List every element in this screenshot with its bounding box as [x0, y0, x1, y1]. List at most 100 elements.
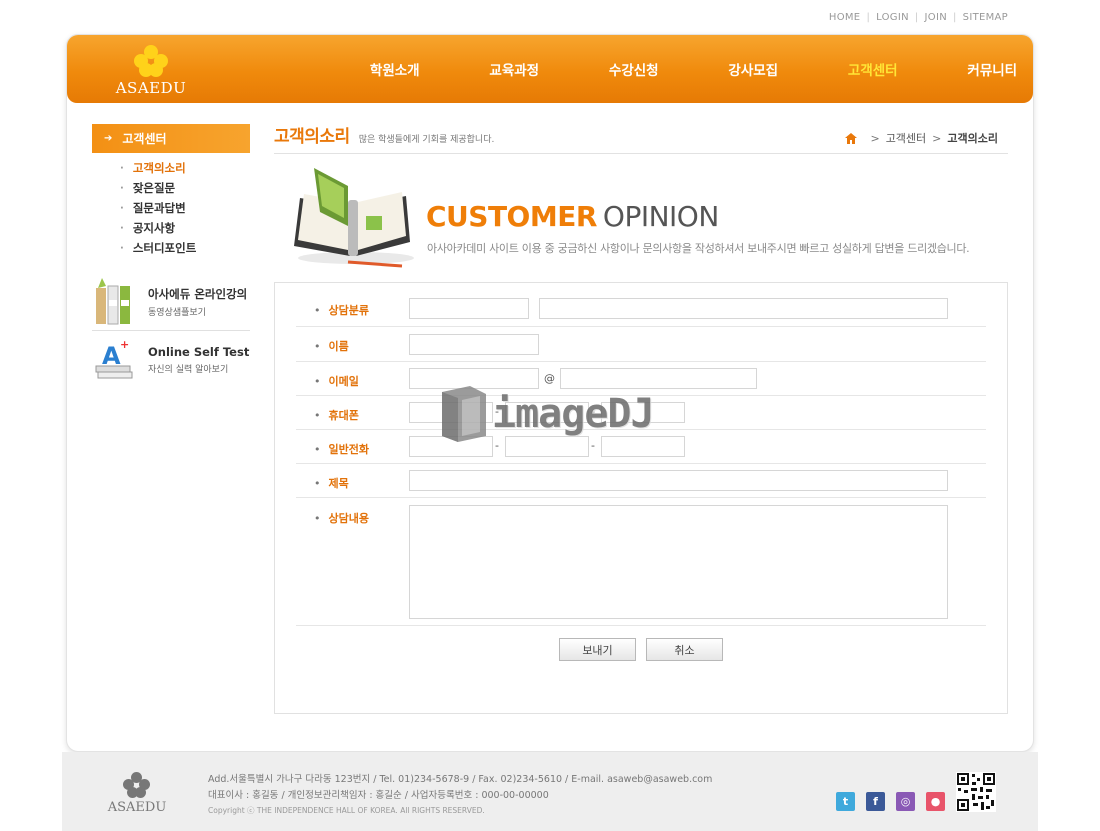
subject-label: • 제목	[314, 477, 349, 490]
home-link[interactable]: HOME	[829, 12, 861, 23]
twitter-icon[interactable]: t	[836, 792, 855, 811]
home-icon[interactable]	[845, 132, 858, 144]
divider: |	[953, 12, 957, 23]
utility-links: HOME | LOGIN | JOIN | SITEMAP	[829, 12, 1008, 23]
qr-code-icon	[956, 772, 996, 812]
sidebar-item-qna[interactable]: · 질문과답변	[120, 198, 196, 218]
cancel-button[interactable]: 취소	[646, 638, 723, 661]
sidebar-item-customer-voice[interactable]: · 고객의소리	[120, 158, 196, 178]
arrow-right-icon: ➔	[104, 133, 113, 144]
nav-item-registration[interactable]: 수강신청	[574, 59, 694, 79]
banner-subtitle: 동영상샘플보기	[148, 308, 206, 318]
nav-item-about[interactable]: 학원소개	[335, 59, 455, 79]
page-title: 고객의소리	[274, 127, 350, 147]
submit-button[interactable]: 보내기	[559, 638, 636, 661]
nav-item-courses[interactable]: 교육과정	[455, 59, 575, 79]
clover-logo-icon	[123, 772, 151, 798]
bullet-icon: ·	[120, 242, 124, 254]
breadcrumb-item[interactable]: 고객센터	[886, 130, 926, 146]
logo[interactable]: ASAEDU	[111, 45, 191, 97]
banner-online-lecture[interactable]: 아사에듀 온라인강의 동영상샘플보기	[92, 275, 250, 329]
banner-title: 아사에듀 온라인강의	[148, 287, 248, 301]
binders-icon	[92, 278, 138, 326]
instagram-icon[interactable]: ◎	[896, 792, 915, 811]
divider	[274, 153, 1008, 154]
hero-heading-rest: OPINION	[602, 200, 719, 233]
sidebar-item-label: 공지사항	[132, 221, 176, 235]
login-link[interactable]: LOGIN	[876, 12, 909, 23]
sidebar-title-text: 고객센터	[122, 132, 167, 146]
email-at-sign: @	[544, 372, 555, 385]
sidebar-item-label: 스터디포인트	[132, 241, 197, 255]
sidebar-item-notice[interactable]: · 공지사항	[120, 218, 196, 238]
nav-item-recruit[interactable]: 강사모집	[694, 59, 814, 79]
svg-text:A: A	[102, 342, 121, 370]
logo-text: ASAEDU	[115, 79, 187, 97]
phone-label: • 일반전화	[314, 443, 369, 456]
sidebar-title: ➔ 고객센터	[92, 124, 250, 153]
footer-logo-text: ASAEDU	[107, 800, 167, 815]
footer-logo: ASAEDU	[102, 772, 172, 815]
breadcrumb-current: 고객의소리	[947, 132, 998, 145]
watermark-text: imageDJ	[492, 391, 655, 437]
banner-self-test[interactable]: A + Online Self Test 자신의 실력 알아보기	[92, 333, 250, 387]
divider: |	[866, 12, 871, 23]
form-row-category: • 상담분류	[296, 287, 986, 327]
footer-address: Add.서울특별시 가나구 다라동 123번지 / Tel. 01)234-56…	[208, 774, 713, 785]
svg-text:+: +	[120, 338, 129, 351]
message-textarea[interactable]	[409, 505, 948, 619]
header-bar: ASAEDU 학원소개 교육과정 수강신청 강사모집 고객센터 커뮤니티	[67, 35, 1033, 103]
name-input[interactable]	[409, 334, 539, 355]
sidebar-item-study-point[interactable]: · 스터디포인트	[120, 238, 196, 258]
divider	[92, 330, 250, 331]
form-row-message: • 상담내용	[296, 498, 986, 626]
banner-title: Online Self Test	[148, 345, 250, 359]
facebook-icon[interactable]: f	[866, 792, 885, 811]
clover-logo-icon	[134, 45, 168, 77]
bullet-icon: ·	[120, 222, 124, 234]
form-row-name: • 이름	[296, 327, 986, 362]
hero-heading-accent: CUSTOMER	[426, 200, 597, 233]
open-book-binder-icon	[290, 166, 420, 270]
sidebar-item-label: 질문과답변	[132, 201, 186, 215]
category-label: • 상담분류	[314, 304, 369, 317]
sidebar-item-label: 고객의소리	[132, 161, 186, 175]
chevron-right-icon: >	[870, 131, 880, 145]
sitemap-link[interactable]: SITEMAP	[963, 12, 1008, 23]
inquiry-form: • 상담분류 • 이름 • 이메일 @ • 휴대폰 - - • 일반전화 - -…	[274, 282, 1008, 714]
bullet-icon: ·	[120, 162, 124, 174]
books-icon: A +	[92, 336, 138, 384]
hero-description: 아사아카데미 사이트 이용 중 궁금하신 사항이나 문의사항을 작성하셔서 보내…	[427, 242, 970, 255]
page: HOME | LOGIN | JOIN | SITEMAP ASAEDU 학원소…	[0, 0, 1100, 831]
sns-links: t f ◎ ●	[836, 792, 956, 811]
page-title-area: 고객의소리 많은 학생들에게 기회를 제공합니다.	[274, 122, 494, 147]
message-label: • 상담내용	[314, 512, 369, 525]
divider: |	[914, 12, 919, 23]
page-subtitle: 많은 학생들에게 기회를 제공합니다.	[358, 135, 495, 145]
mobile-label: • 휴대폰	[314, 409, 359, 422]
breadcrumb: > 고객센터 > 고객의소리	[845, 130, 998, 146]
sidebar-item-faq[interactable]: · 잦은질문	[120, 178, 196, 198]
blog-icon[interactable]: ●	[926, 792, 945, 811]
subject-input[interactable]	[409, 470, 948, 491]
bullet-icon: ·	[120, 202, 124, 214]
email-label: • 이메일	[314, 375, 359, 388]
nav-item-customer-center[interactable]: 고객센터	[813, 59, 933, 79]
name-label: • 이름	[314, 340, 349, 353]
join-link[interactable]: JOIN	[925, 12, 947, 23]
category-detail-input[interactable]	[539, 298, 948, 319]
sidebar-item-label: 잦은질문	[132, 181, 176, 195]
watermark: imageDJ	[440, 386, 655, 442]
category-input[interactable]	[409, 298, 529, 319]
main-nav: 학원소개 교육과정 수강신청 강사모집 고객센터 커뮤니티	[335, 35, 1052, 103]
footer-info: Add.서울특별시 가나구 다라동 123번지 / Tel. 01)234-56…	[208, 772, 712, 818]
watermark-logo-icon	[440, 386, 488, 442]
sidebar-menu: · 고객의소리 · 잦은질문 · 질문과답변 · 공지사항 · 스터디포인트	[120, 158, 196, 258]
hero-heading: CUSTOMER OPINION	[426, 200, 719, 233]
footer-copyright: Copyright ⓒ THE INDEPENDENCE HALL OF KOR…	[208, 806, 485, 815]
nav-item-community[interactable]: 커뮤니티	[933, 59, 1053, 79]
bullet-icon: ·	[120, 182, 124, 194]
footer: ASAEDU Add.서울특별시 가나구 다라동 123번지 / Tel. 01…	[62, 752, 1038, 831]
form-row-subject: • 제목	[296, 464, 986, 498]
banner-subtitle: 자신의 실력 알아보기	[148, 365, 229, 375]
